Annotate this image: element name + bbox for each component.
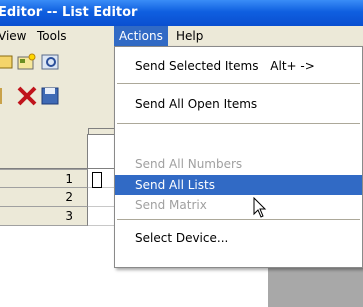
new-list-icon[interactable]: [16, 51, 38, 73]
menu-item-send-matrix[interactable]: Send Matrix: [115, 195, 362, 215]
menu-tools[interactable]: Tools: [32, 26, 72, 46]
column-header: [88, 134, 114, 169]
menu-item-send-all-lists[interactable]: Send All Lists: [115, 175, 362, 195]
open-folder-icon[interactable]: [0, 51, 16, 73]
menu-bar: View Tools Actions Help: [0, 26, 363, 46]
menu-item-send-all-open-items[interactable]: Send All Open Items: [115, 93, 362, 115]
row-header-spacer: [0, 134, 88, 169]
menu-help[interactable]: Help: [171, 26, 208, 46]
row-header-2[interactable]: 2: [0, 188, 88, 207]
mouse-cursor-icon: [252, 196, 268, 219]
send-selected-label: Send Selected Items: [135, 59, 259, 73]
menu-item-send-all-numbers[interactable]: Send All Numbers: [115, 153, 362, 175]
save-icon[interactable]: [40, 85, 62, 107]
menu-item-select-device[interactable]: Select Device...: [115, 227, 362, 249]
image-icon[interactable]: [40, 51, 62, 73]
delete-icon[interactable]: [16, 85, 38, 107]
menu-separator: [117, 83, 360, 84]
menu-actions[interactable]: Actions: [114, 26, 168, 46]
menu-separator: [117, 219, 360, 220]
window-title: Editor -- List Editor: [0, 5, 138, 20]
cell-editor-cursor[interactable]: [92, 172, 102, 188]
row-header-1[interactable]: 1: [0, 169, 88, 188]
row-header-3[interactable]: 3: [0, 207, 88, 226]
send-selected-shortcut: Alt+ ->: [270, 59, 315, 73]
actions-dropdown-menu: Send Selected Items Alt+ -> Send All Ope…: [114, 46, 363, 268]
window-titlebar: Editor -- List Editor: [0, 0, 363, 26]
cut-icon[interactable]: [0, 85, 10, 107]
menu-item-send-selected-items[interactable]: Send Selected Items Alt+ ->: [115, 55, 362, 77]
menu-separator: [117, 123, 360, 124]
menu-view[interactable]: View: [0, 26, 31, 46]
